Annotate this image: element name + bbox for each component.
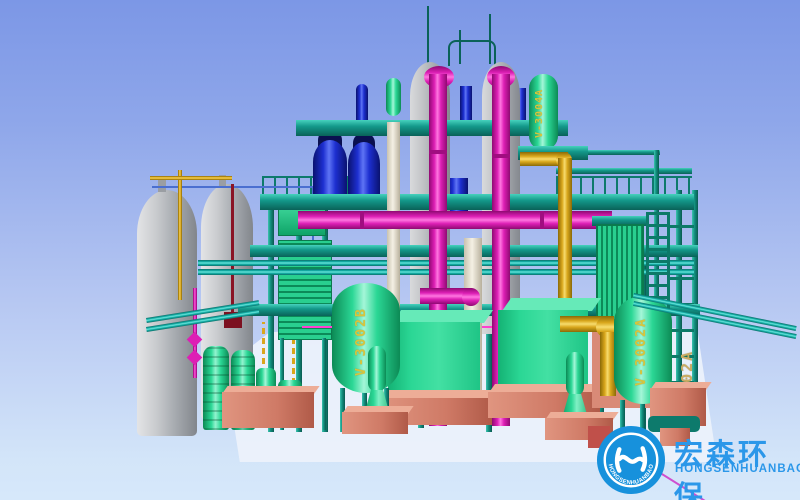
antenna-rod <box>427 6 429 64</box>
pump-foundation <box>342 412 408 434</box>
gold-riser <box>558 158 572 316</box>
vessel-label-v3002a: V-3002A <box>634 308 654 396</box>
pipe-flange <box>360 211 364 229</box>
plant-3d-render: V-3004A V-3002B -3002A V-3002A <box>0 0 800 500</box>
green-column-small <box>386 78 401 116</box>
gold-pipe <box>178 170 182 300</box>
green-tank-box-1 <box>388 322 480 398</box>
vessel-label-v3004a: V-3004A <box>534 80 552 146</box>
magenta-elbow <box>462 288 480 306</box>
pump-motor <box>368 346 386 392</box>
dark-red-pipe <box>231 184 234 316</box>
vent-loop <box>448 40 496 66</box>
blue-column <box>460 86 472 122</box>
steel-beam <box>556 168 692 174</box>
hx-leg <box>322 338 326 430</box>
gold-pipe <box>150 176 232 180</box>
platform-beam <box>260 194 694 210</box>
brand-name-en: HONGSENHUANBAO <box>675 463 800 475</box>
pipe-flange <box>492 154 510 158</box>
pump-motor <box>566 352 584 396</box>
foundation <box>222 392 314 428</box>
pipe-flange <box>429 150 447 154</box>
brand-logo: HONGSENHUANBAO <box>596 425 666 495</box>
brand-watermark: HONGSENHUANBAO 宏森环保 HONGSENHUANBAO <box>596 423 800 499</box>
pipe-flange <box>540 211 544 229</box>
